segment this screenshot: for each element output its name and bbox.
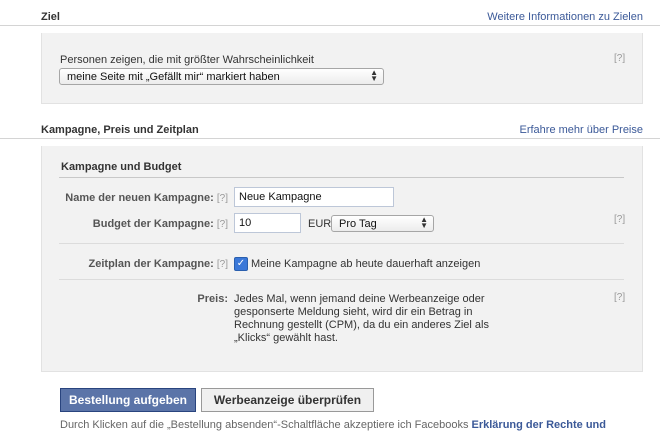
schedule-label: Zeitplan der Kampagne: bbox=[88, 258, 214, 270]
campaign-name-label: Name der neuen Kampagne: bbox=[65, 192, 214, 204]
currency-label: EUR bbox=[308, 218, 332, 230]
ziel-section-header: Ziel Weitere Informationen zu Zielen bbox=[0, 0, 660, 26]
ziel-help[interactable]: [?] bbox=[614, 53, 625, 64]
price-description: Jedes Mal, wenn jemand deine Werbeanzeig… bbox=[234, 293, 534, 345]
ziel-more-info-link[interactable]: Weitere Informationen zu Zielen bbox=[487, 11, 643, 23]
schedule-label-group: Zeitplan der Kampagne: [?] bbox=[52, 258, 228, 270]
ziel-title: Ziel bbox=[41, 11, 60, 23]
prices-more-info-link[interactable]: Erfahre mehr über Preise bbox=[520, 124, 644, 136]
price-description-line: Rechnung gestellt (CPM), da du ein ander… bbox=[234, 319, 489, 331]
budget-help[interactable]: [?] bbox=[217, 219, 228, 230]
schedule-checkbox[interactable]: ✓ bbox=[234, 257, 248, 271]
ziel-target-select-value: meine Seite mit „Gefällt mir“ markiert h… bbox=[67, 71, 280, 83]
kampagne-section-header: Kampagne, Preis und Zeitplan Erfahre meh… bbox=[0, 113, 660, 139]
terms-text: Durch Klicken auf die „Bestellung absend… bbox=[60, 419, 472, 431]
select-updown-icon: ▲ ▼ bbox=[420, 215, 428, 230]
ziel-target-select[interactable]: meine Seite mit „Gefällt mir“ markiert h… bbox=[59, 68, 384, 85]
budget-label: Budget der Kampagne: bbox=[92, 218, 214, 230]
budget-input[interactable]: 10 bbox=[234, 213, 301, 233]
price-side-help[interactable]: [?] bbox=[614, 292, 625, 303]
kampagne-panel: Kampagne und Budget Name der neuen Kampa… bbox=[41, 146, 643, 372]
terms-link[interactable]: Erklärung der Rechte und bbox=[472, 419, 606, 431]
budget-period-select[interactable]: Pro Tag ▲ ▼ bbox=[331, 215, 434, 232]
row-divider bbox=[59, 279, 624, 280]
ziel-panel: Personen zeigen, die mit größter Wahrsch… bbox=[41, 33, 643, 104]
campaign-name-label-group: Name der neuen Kampagne: [?] bbox=[52, 192, 228, 204]
price-description-line: gesponserte Meldung sieht, wird dir ein … bbox=[234, 306, 473, 318]
select-updown-icon: ▲ ▼ bbox=[370, 68, 378, 83]
budget-side-help[interactable]: [?] bbox=[614, 214, 625, 225]
schedule-checkbox-label[interactable]: Meine Kampagne ab heute dauerhaft anzeig… bbox=[251, 258, 480, 270]
ziel-prompt: Personen zeigen, die mit größter Wahrsch… bbox=[60, 54, 314, 66]
terms-footer: Durch Klicken auf die „Bestellung absend… bbox=[60, 419, 606, 431]
subsection-divider bbox=[59, 177, 624, 178]
price-description-line: „Klicks“ gewählt hast. bbox=[234, 332, 338, 344]
price-label: Preis: bbox=[197, 293, 228, 305]
kampagne-title: Kampagne, Preis und Zeitplan bbox=[41, 124, 199, 136]
schedule-help[interactable]: [?] bbox=[217, 259, 228, 270]
place-order-button[interactable]: Bestellung aufgeben bbox=[60, 388, 196, 412]
subsection-title: Kampagne und Budget bbox=[61, 161, 182, 173]
review-ad-button[interactable]: Werbeanzeige überprüfen bbox=[201, 388, 374, 412]
budget-period-value: Pro Tag bbox=[339, 218, 377, 230]
campaign-name-help[interactable]: [?] bbox=[217, 193, 228, 204]
price-description-line: Jedes Mal, wenn jemand deine Werbeanzeig… bbox=[234, 293, 485, 305]
row-divider bbox=[59, 243, 624, 244]
campaign-name-input[interactable]: Neue Kampagne bbox=[234, 187, 394, 207]
budget-label-group: Budget der Kampagne: [?] bbox=[52, 218, 228, 230]
